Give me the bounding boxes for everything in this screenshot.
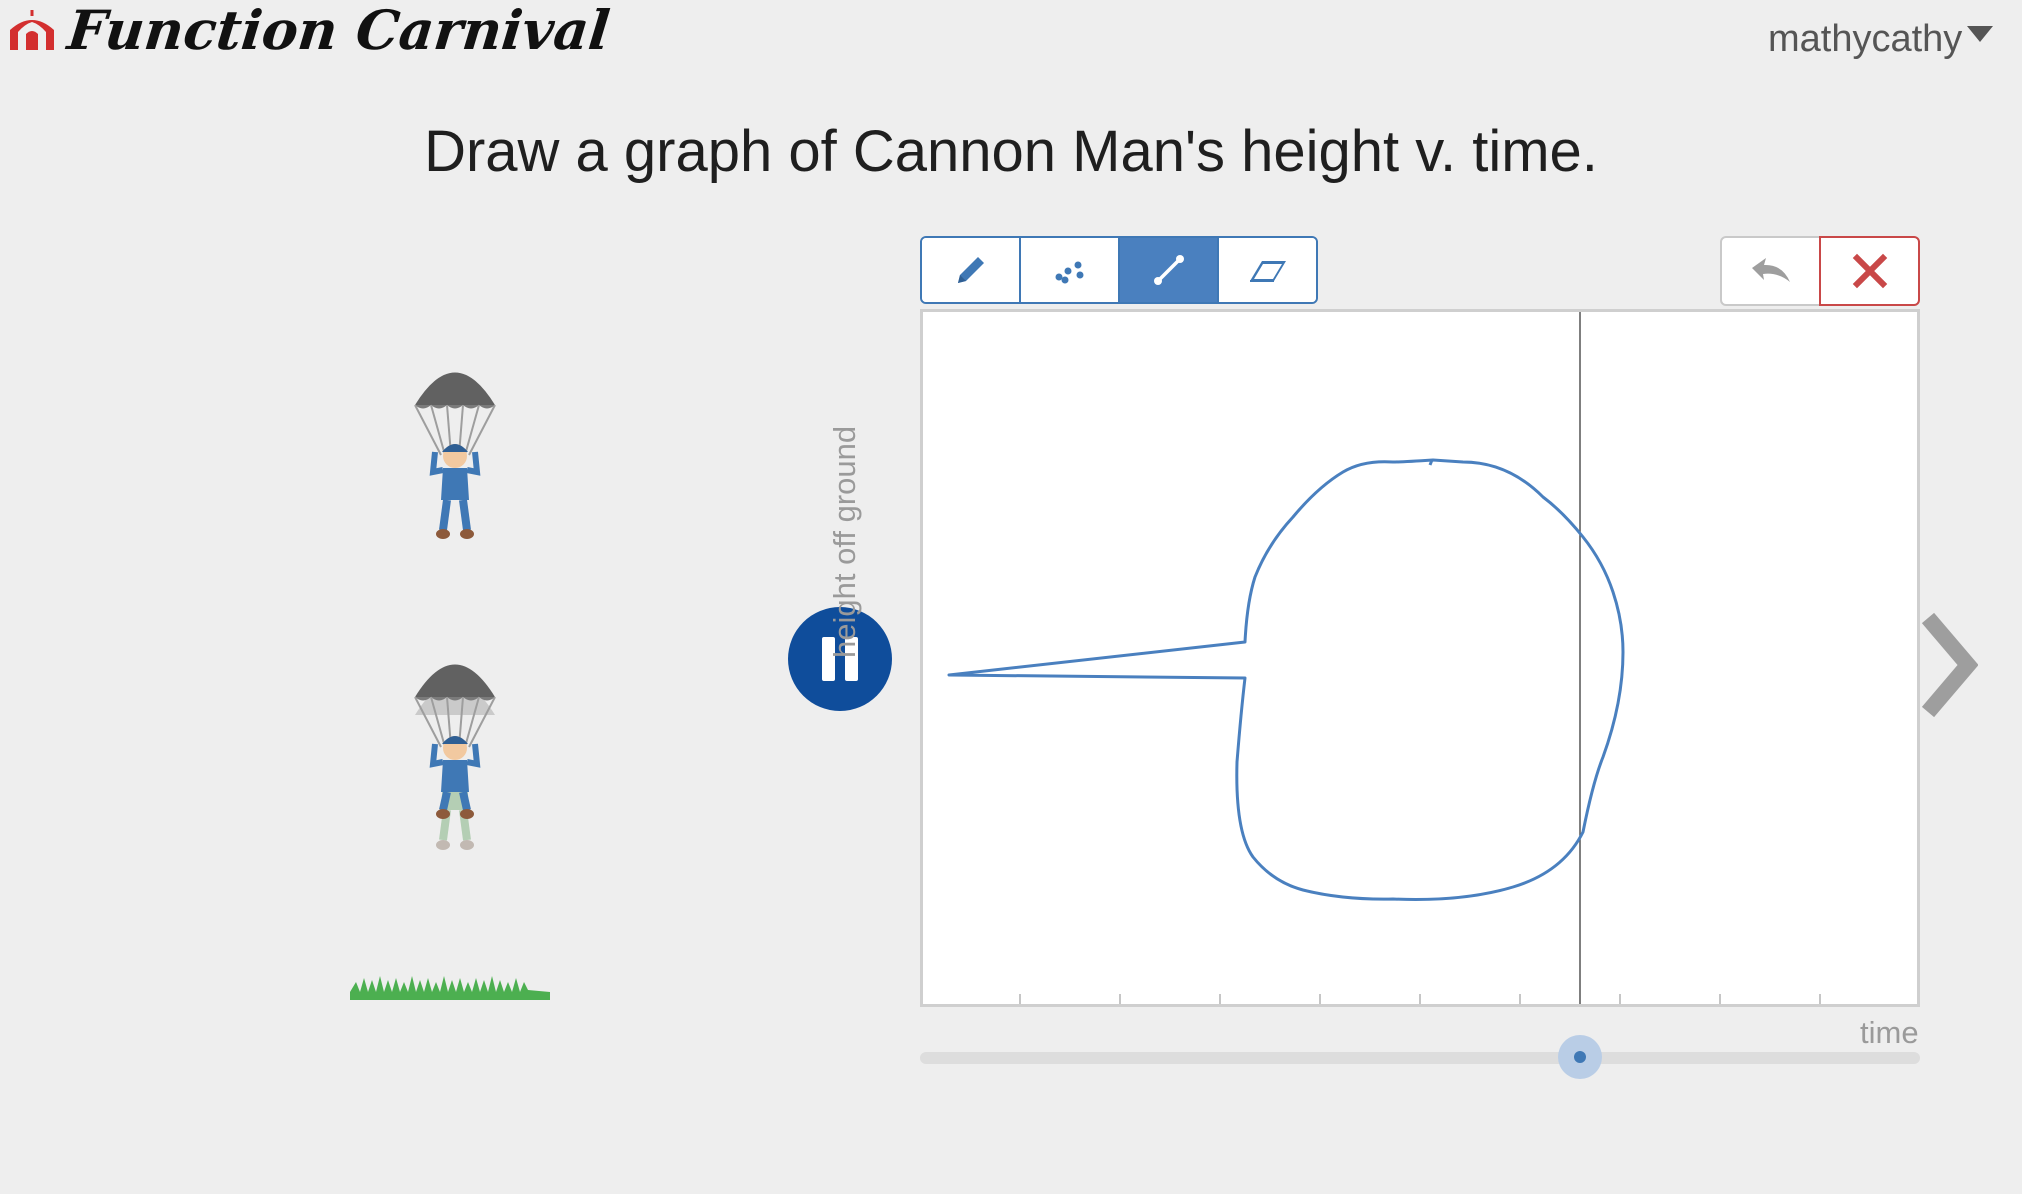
pencil-icon	[957, 257, 984, 283]
app-title: Function Carnival	[64, 0, 613, 62]
line-segment-tool-button[interactable]	[1120, 238, 1219, 302]
points-tool-button[interactable]	[1021, 238, 1120, 302]
eraser-tool-button[interactable]	[1219, 238, 1316, 302]
clear-button[interactable]	[1819, 236, 1920, 306]
points-icon	[1055, 261, 1083, 284]
parachutist-figure	[414, 372, 496, 539]
time-slider-track[interactable]	[920, 1052, 1920, 1064]
task-instruction: Draw a graph of Cannon Man's height v. t…	[424, 119, 1598, 184]
drawing-tool-group	[920, 236, 1318, 304]
animation-scene	[350, 372, 550, 1000]
line-segment-icon	[1153, 255, 1184, 285]
slider-thumb-dot	[1574, 1051, 1586, 1063]
graph-drawing	[947, 312, 1821, 1004]
grass-ground	[350, 976, 550, 1000]
eraser-icon	[1249, 261, 1286, 282]
chevron-down-icon[interactable]	[1965, 22, 1995, 46]
y-axis-label: height off ground	[827, 425, 862, 658]
undo-button[interactable]	[1720, 236, 1821, 306]
clear-icon	[1852, 253, 1887, 289]
graph-canvas[interactable]	[920, 309, 1920, 1007]
user-menu-name[interactable]: mathycathy	[1768, 18, 1962, 61]
pencil-tool-button[interactable]	[922, 238, 1021, 302]
time-slider-thumb[interactable]	[1558, 1035, 1602, 1079]
x-axis-ticks	[1019, 994, 1821, 1004]
user-sketch-line	[947, 458, 1625, 901]
x-axis-label: time	[1860, 1015, 1919, 1050]
chevron-right-icon[interactable]	[1918, 610, 1978, 720]
history-actions	[1720, 236, 1920, 306]
undo-icon	[1751, 258, 1790, 282]
circus-tent-icon	[10, 10, 54, 50]
